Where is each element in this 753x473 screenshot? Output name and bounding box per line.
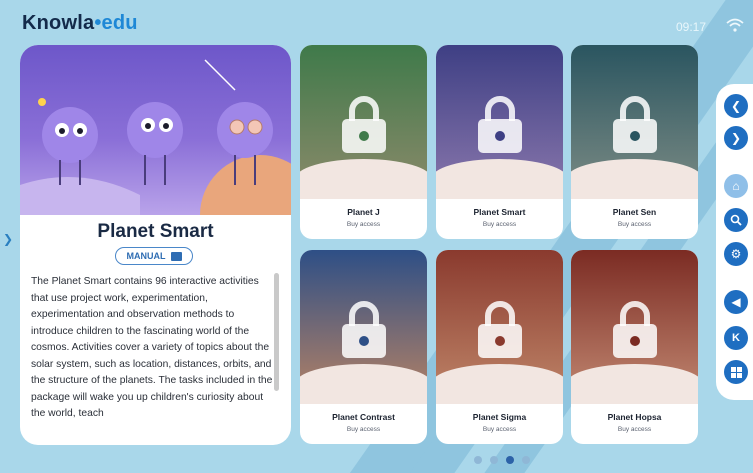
cloud-hill <box>571 159 698 199</box>
search-icon[interactable] <box>724 208 748 232</box>
planet-card[interactable]: Planet Hopsa Buy access <box>571 250 698 444</box>
lock-icon <box>478 301 522 358</box>
lock-icon <box>613 301 657 358</box>
page-dot[interactable] <box>490 456 498 464</box>
chevron-left-icon[interactable]: ❮ <box>724 94 748 118</box>
cloud-hill <box>300 364 427 404</box>
planet-image <box>436 45 563 199</box>
planet-card[interactable]: Planet Sigma Buy access <box>436 250 563 444</box>
planet-status: Buy access <box>346 426 381 433</box>
planet-image <box>436 250 563 404</box>
lock-icon <box>613 96 657 153</box>
page-indicator <box>474 456 530 464</box>
cloud-hill <box>300 159 427 199</box>
page-dot[interactable] <box>522 456 530 464</box>
planet-description: The Planet Smart contains 96 interactive… <box>31 276 273 419</box>
planet-status: Buy access <box>346 221 381 228</box>
page-dot[interactable] <box>506 456 514 464</box>
gear-icon[interactable]: ⚙ <box>724 242 748 266</box>
planet-image <box>571 45 698 199</box>
planet-title: Planet Smart <box>97 221 214 242</box>
planet-status: Buy access <box>617 221 652 228</box>
wifi-icon <box>726 18 744 32</box>
right-sidebar: ❮ ❯ ⌂ ⚙ ◀ K <box>716 84 753 400</box>
k-logo-icon[interactable]: K <box>724 326 748 350</box>
planet-image <box>300 250 427 404</box>
clock: 09:17 <box>676 20 707 34</box>
page-dot[interactable] <box>474 456 482 464</box>
hero-illustration <box>20 59 291 275</box>
planet-hero-image <box>20 45 291 275</box>
cloud-hill <box>436 364 563 404</box>
speaker-icon[interactable]: ◀ <box>724 290 748 314</box>
home-icon[interactable]: ⌂ <box>724 174 748 198</box>
planet-card[interactable]: Planet Smart Buy access <box>436 45 563 239</box>
planet-status: Buy access <box>482 221 517 228</box>
planet-status: Buy access <box>617 426 652 433</box>
book-icon <box>170 251 182 261</box>
app-logo: Knowla•edu <box>22 12 138 34</box>
planet-image <box>571 250 698 404</box>
chevron-right-icon[interactable]: ❯ <box>724 126 748 150</box>
manual-button[interactable]: MANUAL <box>115 247 193 265</box>
planet-name: Planet Contrast <box>332 412 395 422</box>
lock-icon <box>478 96 522 153</box>
cloud-hill <box>571 364 698 404</box>
planet-name: Planet Sigma <box>472 412 527 422</box>
top-bar: Knowla•edu 09:17 <box>0 0 753 46</box>
planet-name: Planet J <box>347 207 380 217</box>
windows-icon[interactable] <box>724 360 748 384</box>
planet-image <box>300 45 427 199</box>
lock-icon <box>342 96 386 153</box>
chevron-left-icon[interactable]: ❯ <box>3 232 13 246</box>
planet-name: Planet Hopsa <box>607 412 662 422</box>
description-scrollbar[interactable] <box>274 273 279 391</box>
planet-name: Planet Smart <box>473 207 526 217</box>
planet-card[interactable]: Planet Sen Buy access <box>571 45 698 239</box>
planet-name: Planet Sen <box>612 207 657 217</box>
planet-status: Buy access <box>482 426 517 433</box>
planet-detail-card: Planet Smart MANUAL The Planet Smart con… <box>20 45 291 445</box>
lock-icon <box>342 301 386 358</box>
cloud-hill <box>436 159 563 199</box>
planet-card[interactable]: Planet J Buy access <box>300 45 427 239</box>
planet-card[interactable]: Planet Contrast Buy access <box>300 250 427 444</box>
